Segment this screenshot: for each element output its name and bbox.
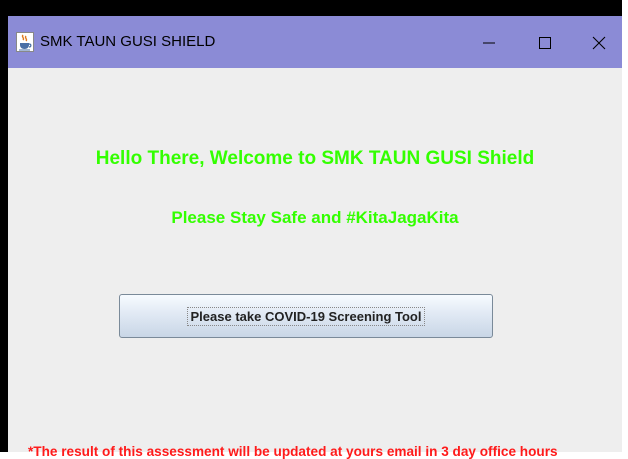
covid-screening-button[interactable]: Please take COVID-19 Screening Tool	[119, 294, 493, 338]
close-icon	[592, 36, 606, 50]
title-bar[interactable]: SMK TAUN GUSI SHIELD	[8, 16, 622, 68]
stay-safe-subheading: Please Stay Safe and #KitaJagaKita	[171, 208, 459, 227]
window-title: SMK TAUN GUSI SHIELD	[40, 33, 216, 50]
welcome-heading: Hello There, Welcome to SMK TAUN GUSI Sh…	[95, 148, 535, 169]
java-cup-icon	[16, 32, 34, 52]
content-panel: Hello There, Welcome to SMK TAUN GUSI Sh…	[8, 68, 622, 459]
maximize-button[interactable]	[522, 26, 568, 60]
covid-screening-button-label: Please take COVID-19 Screening Tool	[186, 306, 426, 326]
maximize-icon	[539, 37, 551, 49]
minimize-button[interactable]	[466, 26, 512, 60]
app-window: SMK TAUN GUSI SHIELD Hello There, Welcom…	[8, 16, 622, 459]
minimize-icon	[483, 42, 495, 44]
close-button[interactable]	[576, 26, 622, 60]
